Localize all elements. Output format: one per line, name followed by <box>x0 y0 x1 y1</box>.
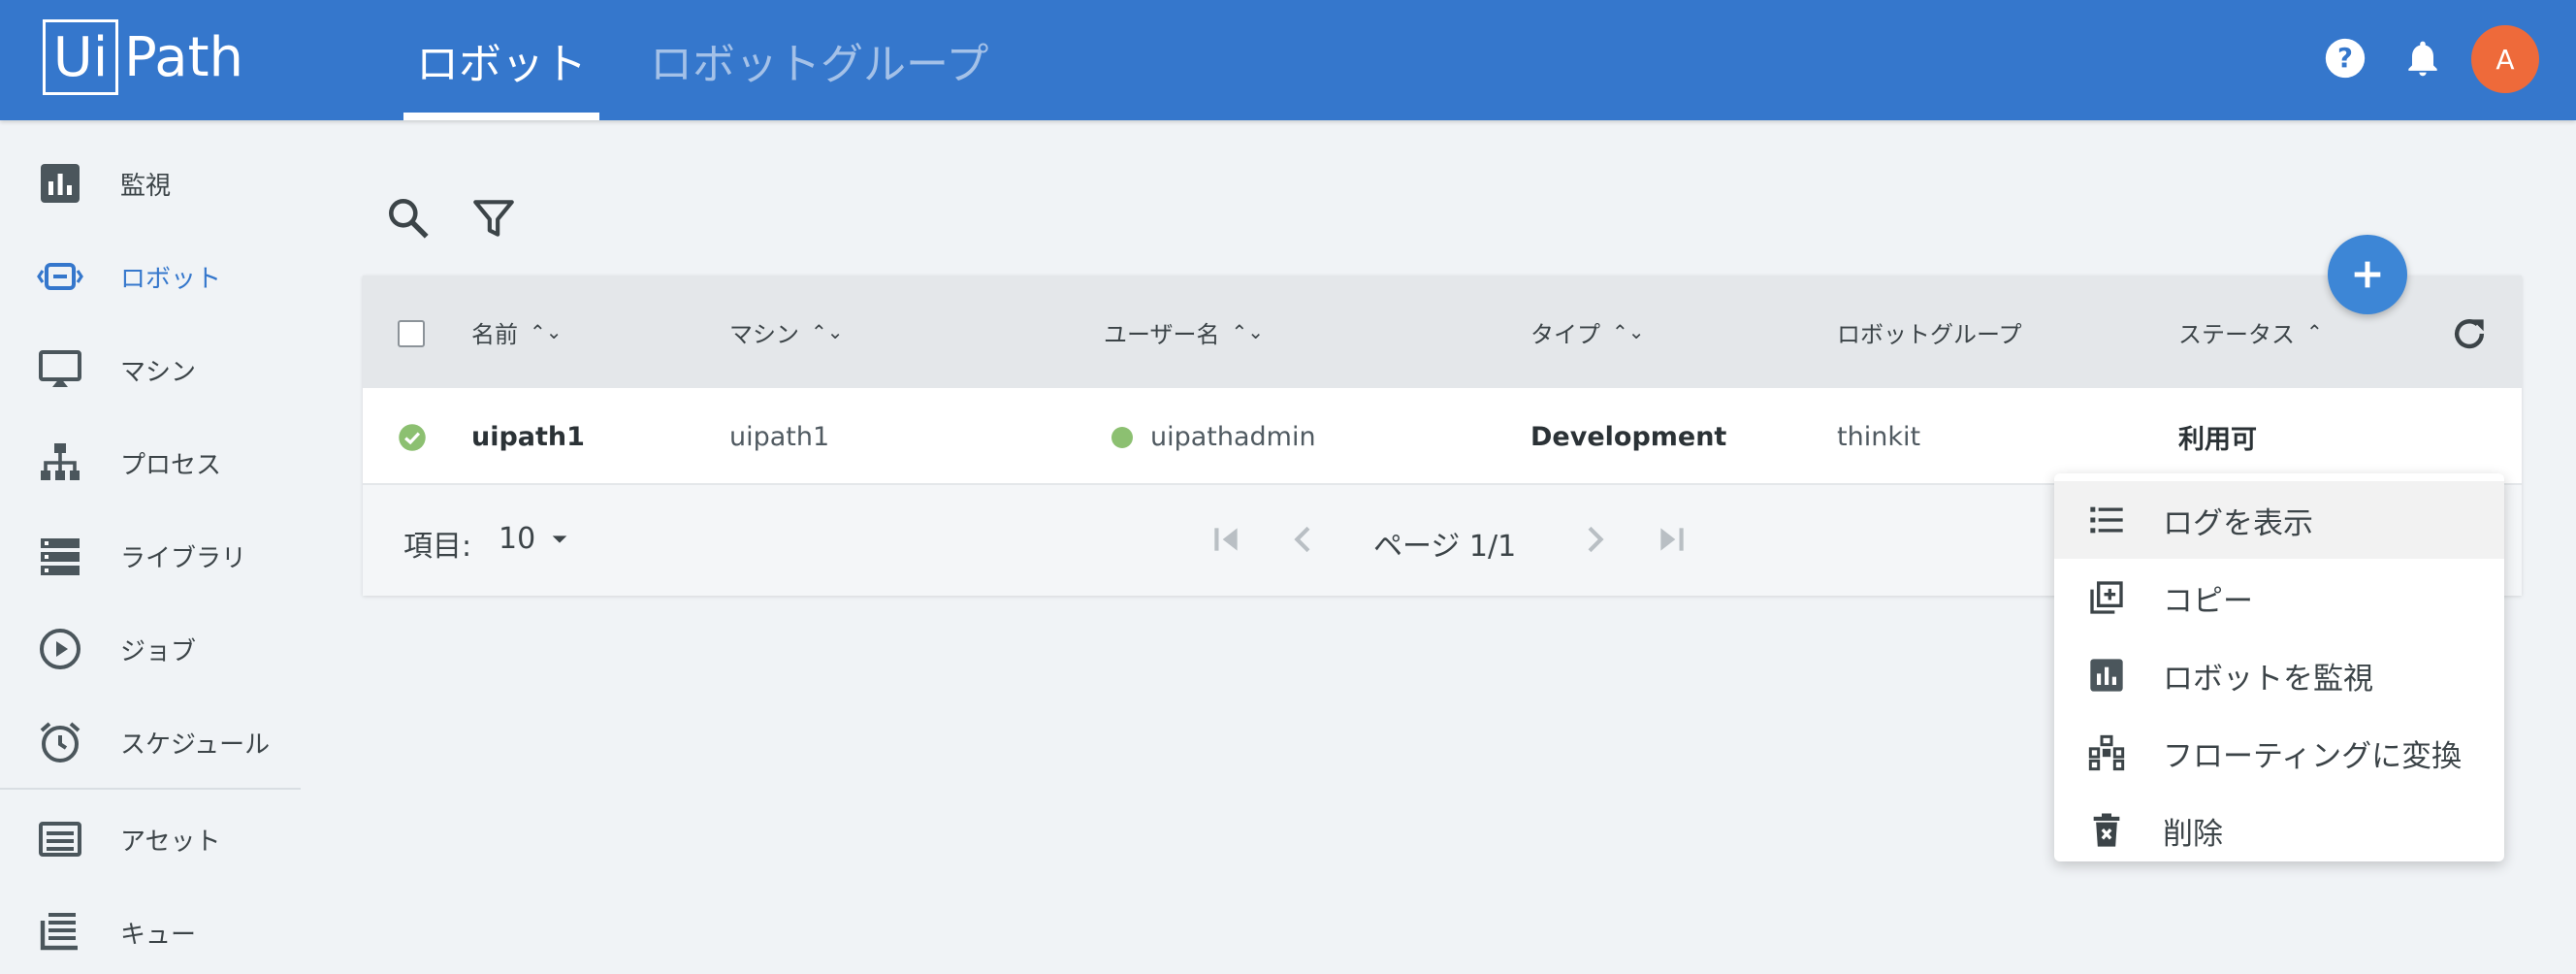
filter-icon[interactable] <box>469 194 518 243</box>
sidebar-item-robots[interactable]: ロボット <box>0 233 301 320</box>
items-per-page-select[interactable]: 10 <box>499 522 570 556</box>
play-icon <box>40 629 80 669</box>
select-all-checkbox[interactable] <box>398 320 425 347</box>
library-icon <box>41 538 80 575</box>
copy-icon <box>2090 581 2123 614</box>
column-header-username[interactable]: ユーザー名 ⌃⌄ <box>1104 276 1264 388</box>
menu-item-view-logs[interactable]: ログを表示 <box>2054 481 2504 559</box>
logo-mark: Ui <box>43 19 118 95</box>
sidebar-item-label: 監視 <box>120 171 172 201</box>
column-header-status[interactable]: ステータス ⌃ <box>2178 276 2323 388</box>
chart-icon <box>2090 659 2123 692</box>
check-circle-icon <box>399 424 426 451</box>
sitemap-icon <box>41 443 80 480</box>
cell-robot-group: thinkit <box>1837 421 1921 452</box>
sidebar-item-label: アセット <box>120 827 221 857</box>
floating-icon <box>2088 734 2125 771</box>
help-icon[interactable]: ? <box>2324 37 2367 80</box>
refresh-icon[interactable] <box>2448 312 2491 355</box>
tab-robot-groups[interactable]: ロボットグループ <box>650 0 988 120</box>
logo-text: Path <box>124 25 244 89</box>
asset-icon <box>39 822 81 857</box>
sort-icon: ⌃⌄ <box>1612 320 1645 343</box>
sidebar-item-label: マシン <box>120 357 197 387</box>
user-avatar[interactable]: A <box>2471 25 2539 93</box>
chart-icon <box>41 164 80 203</box>
menu-item-delete[interactable]: 削除 <box>2054 792 2504 869</box>
menu-item-convert-floating[interactable]: フローティングに変換 <box>2054 714 2504 792</box>
menu-item-monitor-robot[interactable]: ロボットを監視 <box>2054 636 2504 714</box>
previous-page-icon[interactable] <box>1284 520 1323 559</box>
sidebar-item-label: ロボット <box>120 264 222 294</box>
page-indicator: ページ 1/1 <box>1373 530 1517 564</box>
last-page-icon[interactable] <box>1653 520 1691 559</box>
sidebar-item-label: ライブラリ <box>120 543 247 573</box>
table-row[interactable]: uipath1 uipath1 uipathadmin Development … <box>363 388 2522 485</box>
cell-type: Development <box>1530 421 1727 452</box>
sidebar-item-processes[interactable]: プロセス <box>0 419 301 506</box>
sidebar-item-queues[interactable]: キュー <box>0 889 301 974</box>
tab-robots[interactable]: ロボット <box>403 0 599 120</box>
alarm-icon <box>40 722 80 763</box>
items-per-page-label: 項目: <box>403 530 472 564</box>
column-header-name[interactable]: 名前 ⌃⌄ <box>471 276 563 388</box>
column-header-machine[interactable]: マシン ⌃⌄ <box>729 276 844 388</box>
cell-status: 利用可 <box>2178 424 2257 455</box>
user-status-dot <box>1111 427 1133 448</box>
robot-icon <box>37 263 83 290</box>
uipath-logo[interactable]: Ui Path <box>43 19 243 95</box>
sort-icon: ⌃⌄ <box>811 320 844 343</box>
top-header: Ui Path ロボット ロボットグループ ? A <box>0 0 2576 120</box>
list-icon <box>2090 506 2123 534</box>
sidebar-item-jobs[interactable]: ジョブ <box>0 605 301 693</box>
column-header-type[interactable]: タイプ ⌃⌄ <box>1530 276 1645 388</box>
sidebar-item-libraries[interactable]: ライブラリ <box>0 512 301 600</box>
menu-item-copy[interactable]: コピー <box>2054 559 2504 636</box>
cell-username: uipathadmin <box>1150 421 1316 452</box>
next-page-icon[interactable] <box>1575 520 1614 559</box>
sort-ascending-icon: ⌃ <box>2306 320 2323 343</box>
first-page-icon[interactable] <box>1207 520 1245 559</box>
cell-machine: uipath1 <box>729 421 830 452</box>
dropdown-arrow-icon <box>552 535 567 543</box>
search-icon[interactable] <box>384 194 433 243</box>
sidebar-item-monitoring[interactable]: 監視 <box>0 140 301 227</box>
sidebar-item-assets[interactable]: アセット <box>0 795 301 883</box>
plus-icon <box>2354 261 2381 288</box>
bell-icon[interactable] <box>2401 37 2444 80</box>
sidebar-item-schedules[interactable]: スケジュール <box>0 698 301 786</box>
active-tab-indicator <box>403 113 599 120</box>
trash-icon <box>2093 813 2120 847</box>
cell-name[interactable]: uipath1 <box>471 388 585 485</box>
sidebar-item-label: スケジュール <box>120 730 271 760</box>
column-header-robot-group[interactable]: ロボットグループ <box>1837 276 2022 388</box>
sidebar-item-machines[interactable]: マシン <box>0 326 301 413</box>
sidebar-item-label: プロセス <box>120 450 222 480</box>
svg-text:?: ? <box>2337 43 2353 74</box>
sidebar-divider <box>0 788 301 790</box>
sidebar-item-label: ジョブ <box>120 636 197 666</box>
sort-icon: ⌃⌄ <box>1231 320 1265 343</box>
add-robot-button[interactable] <box>2328 235 2407 314</box>
table-header: 名前 ⌃⌄ マシン ⌃⌄ ユーザー名 ⌃⌄ タイプ ⌃⌄ ロボットグループ ステータス ⌃ <box>363 276 2522 388</box>
row-context-menu: ログを表示 コピー ロボットを監視 フローティングに変換 削除 <box>2054 473 2504 861</box>
sidebar-item-label: キュー <box>120 920 197 950</box>
queue-icon <box>40 913 78 951</box>
monitor-icon <box>39 350 81 387</box>
sort-icon: ⌃⌄ <box>530 320 563 343</box>
